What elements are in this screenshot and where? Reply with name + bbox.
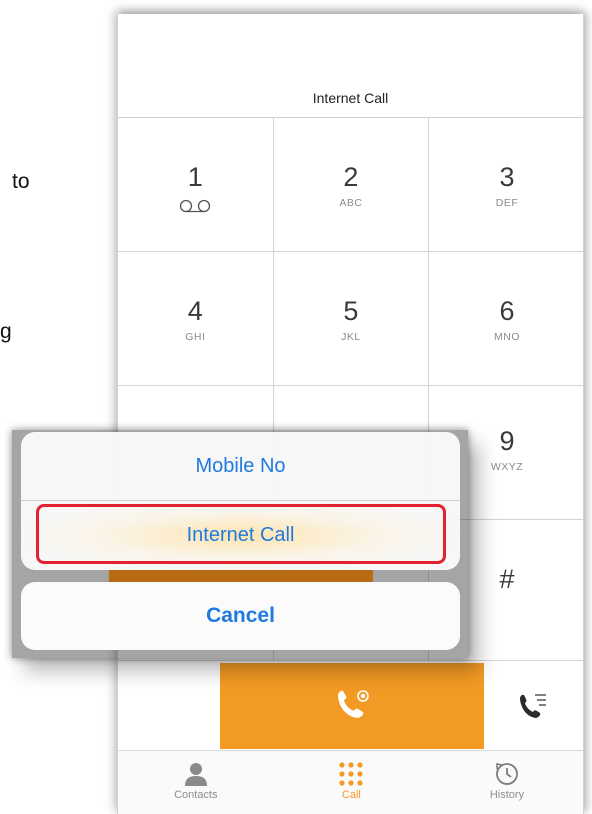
tab-contacts[interactable]: Contacts — [118, 751, 274, 814]
key-digit: 4 — [187, 296, 203, 326]
key-digit: 6 — [499, 296, 515, 326]
document-text-fragment: g — [0, 320, 12, 343]
tab-label: Call — [341, 789, 361, 801]
phone-dialer-screen: Internet Call 1 2 ABC 3 DEF 4 GHI 5 JKL — [117, 14, 584, 814]
call-action-row — [118, 660, 583, 750]
key-letters: MNO — [493, 331, 520, 343]
keypad-grid-icon — [339, 762, 363, 786]
call-button[interactable] — [220, 663, 484, 749]
key-digit: 5 — [343, 296, 359, 326]
call-list-icon[interactable] — [516, 689, 550, 723]
key-letters: ABC — [339, 197, 363, 209]
highlight-annotation — [36, 504, 446, 564]
key-1[interactable]: 1 — [118, 118, 274, 252]
key-digit: 1 — [187, 162, 203, 192]
tab-history[interactable]: History — [429, 751, 583, 814]
key-5[interactable]: 5 JKL — [273, 252, 430, 386]
tab-call[interactable]: Call — [274, 751, 430, 814]
cancel-button[interactable]: Cancel — [21, 582, 460, 650]
key-digit: 3 — [499, 162, 515, 192]
key-3[interactable]: 3 DEF — [429, 118, 583, 252]
tab-bar: Contacts Call History — [118, 750, 583, 814]
action-sheet-overlay: Mobile No Internet Call Cancel — [12, 430, 468, 658]
dial-display[interactable]: Internet Call — [118, 14, 583, 118]
key-6[interactable]: 6 MNO — [429, 252, 583, 386]
phone-call-icon — [338, 690, 369, 718]
voicemail-icon — [180, 199, 211, 213]
call-mode-label: Internet Call — [312, 90, 389, 106]
person-icon — [184, 763, 207, 786]
document-text-fragment: to — [12, 170, 30, 193]
key-letters: JKL — [341, 331, 361, 343]
tab-label: History — [489, 789, 525, 801]
key-2[interactable]: 2 ABC — [273, 118, 430, 252]
key-4[interactable]: 4 GHI — [118, 252, 274, 386]
key-letters: DEF — [495, 197, 519, 209]
key-letters: GHI — [185, 331, 206, 343]
mobile-no-option[interactable]: Mobile No — [21, 432, 460, 501]
key-digit: 2 — [343, 162, 359, 192]
tab-label: Contacts — [174, 789, 218, 801]
clock-history-icon — [496, 763, 518, 785]
